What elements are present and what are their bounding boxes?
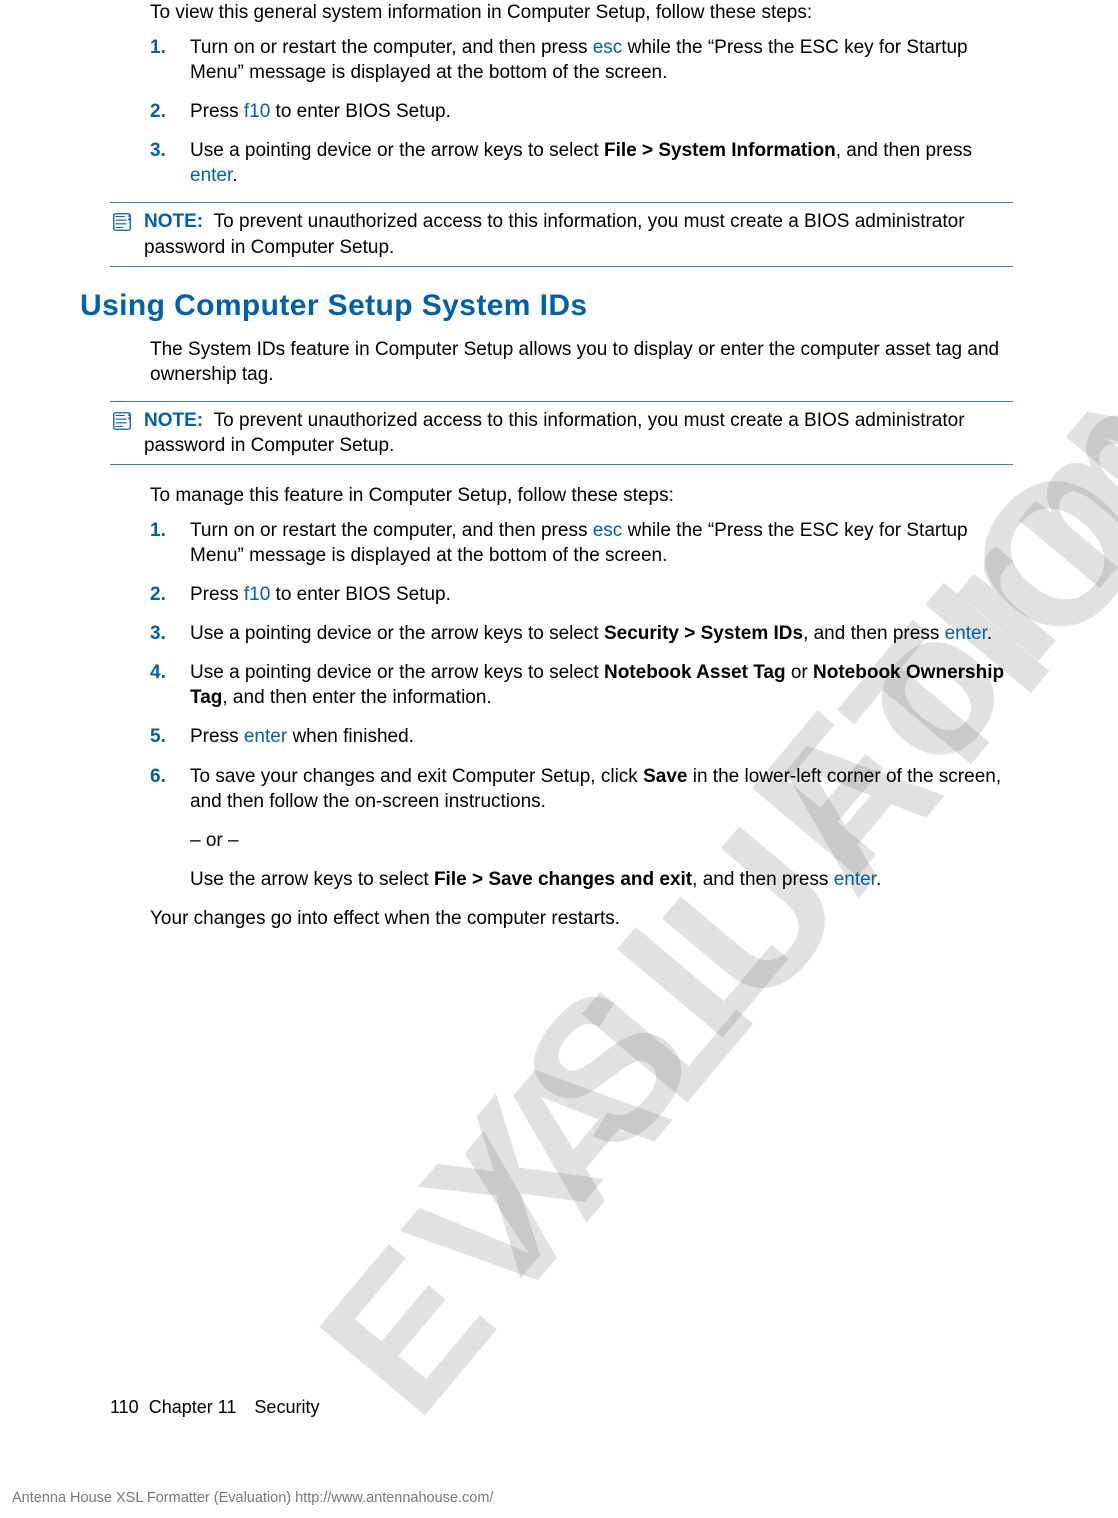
list-item: 1. Turn on or restart the computer, and … (150, 518, 1013, 568)
step-text: Use a pointing device or the arrow keys … (190, 662, 604, 683)
note-icon (110, 410, 134, 432)
note-label: NOTE: (144, 410, 203, 431)
step-number: 1. (150, 35, 166, 60)
option-bold: Notebook Asset Tag (604, 662, 786, 683)
step-text: To save your changes and exit Computer S… (190, 766, 643, 787)
list-item: 4. Use a pointing device or the arrow ke… (150, 660, 1013, 710)
step-number: 2. (150, 582, 166, 607)
step-number: 3. (150, 621, 166, 646)
key-enter: enter (834, 869, 876, 890)
note-icon (110, 211, 134, 233)
menu-path: File > Save changes and exit (434, 869, 692, 890)
paragraph: Your changes go into effect when the com… (150, 906, 1013, 931)
step-number: 1. (150, 518, 166, 543)
step-text: or (786, 662, 813, 683)
list-item: 1. Turn on or restart the computer, and … (150, 35, 1013, 85)
step-text: . (232, 165, 237, 186)
step-number: 6. (150, 764, 166, 789)
list-item: 5. Press enter when finished. (150, 724, 1013, 749)
page-number: 110 (110, 1397, 139, 1417)
step-text: Press (190, 726, 244, 747)
key-f10: f10 (244, 101, 270, 122)
step-text: Use the arrow keys to select (190, 869, 434, 890)
step-text: , and then press (836, 140, 972, 161)
step-text: Use a pointing device or the arrow keys … (190, 140, 604, 161)
step-text: , and then press (803, 623, 945, 644)
key-enter: enter (945, 623, 987, 644)
note-text: To prevent unauthorized access to this i… (144, 410, 965, 456)
note-label: NOTE: (144, 211, 203, 232)
step-text: Use a pointing device or the arrow keys … (190, 623, 604, 644)
step-text: , and then press (692, 869, 834, 890)
menu-path: Security > System IDs (604, 623, 803, 644)
chapter-label: Chapter 11 Security (149, 1397, 320, 1417)
step-text: . (876, 869, 881, 890)
step-text: to enter BIOS Setup. (270, 584, 451, 605)
footer-eval: Antenna House XSL Formatter (Evaluation)… (12, 1490, 493, 1506)
paragraph-intro: To view this general system information … (150, 0, 1013, 25)
list-item: 2. Press f10 to enter BIOS Setup. (150, 99, 1013, 124)
note-body: NOTE: To prevent unauthorized access to … (144, 408, 1013, 458)
list-item: 3. Use a pointing device or the arrow ke… (150, 621, 1013, 646)
step-text: , and then enter the information. (222, 687, 491, 708)
step-text: to enter BIOS Setup. (270, 101, 451, 122)
key-enter: enter (190, 165, 232, 186)
step-text: Press (190, 101, 244, 122)
note-text: To prevent unauthorized access to this i… (144, 211, 965, 257)
steps-list-b: 1. Turn on or restart the computer, and … (150, 518, 1013, 892)
note-body: NOTE: To prevent unauthorized access to … (144, 209, 1013, 259)
note-box: NOTE: To prevent unauthorized access to … (110, 202, 1013, 266)
step-number: 2. (150, 99, 166, 124)
paragraph: To manage this feature in Computer Setup… (150, 483, 1013, 508)
step-text: Press (190, 584, 244, 605)
step-text: Turn on or restart the computer, and the… (190, 37, 593, 58)
menu-path: File > System Information (604, 140, 836, 161)
alt-step: Use the arrow keys to select File > Save… (190, 867, 1013, 892)
key-esc: esc (593, 37, 623, 58)
or-separator: – or – (190, 828, 1013, 853)
footer-chapter: 110 Chapter 11 Security (110, 1397, 319, 1418)
step-number: 5. (150, 724, 166, 749)
save-bold: Save (643, 766, 687, 787)
step-text: . (987, 623, 992, 644)
key-esc: esc (593, 520, 623, 541)
key-enter: enter (244, 726, 287, 747)
list-item: 3. Use a pointing device or the arrow ke… (150, 138, 1013, 188)
step-text: when finished. (287, 726, 414, 747)
steps-list-a: 1. Turn on or restart the computer, and … (150, 35, 1013, 188)
key-f10: f10 (244, 584, 270, 605)
paragraph: The System IDs feature in Computer Setup… (150, 337, 1013, 387)
list-item: 2. Press f10 to enter BIOS Setup. (150, 582, 1013, 607)
section-heading: Using Computer Setup System IDs (80, 289, 1013, 323)
step-text: Turn on or restart the computer, and the… (190, 520, 593, 541)
step-number: 4. (150, 660, 166, 685)
step-number: 3. (150, 138, 166, 163)
note-box: NOTE: To prevent unauthorized access to … (110, 401, 1013, 465)
list-item: 6. To save your changes and exit Compute… (150, 764, 1013, 892)
